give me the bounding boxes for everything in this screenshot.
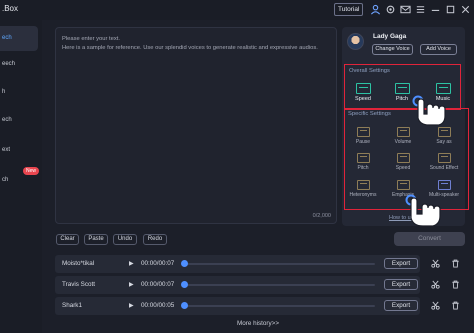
redo-button[interactable]: Redo: [143, 234, 167, 245]
sidebar-item-label: ext: [2, 147, 11, 153]
overall-speed-option[interactable]: Speed: [348, 83, 378, 102]
title-bar: .Box Tutorial: [0, 0, 474, 20]
option-label: Say as: [436, 139, 452, 145]
sidebar-item-4[interactable]: ech: [0, 108, 38, 133]
history-name: Moisto*tikal: [62, 260, 95, 267]
character-count: 0/2,000: [312, 213, 331, 219]
scissors-icon[interactable]: [431, 280, 440, 289]
hand-pointer-icon: [405, 194, 441, 227]
convert-button[interactable]: Convert: [394, 232, 465, 246]
speed-option[interactable]: Speed: [388, 153, 418, 171]
sidebar-item-2[interactable]: eech: [0, 52, 38, 77]
change-voice-button[interactable]: Change Voice: [372, 44, 413, 55]
pitch-icon: [356, 153, 370, 163]
avatar: [347, 33, 364, 50]
history-time: 00:00/00:07: [141, 260, 175, 267]
option-label: Pitch: [357, 165, 369, 171]
history-row: Shark1 ▶ 00:00/00:05 Export: [55, 297, 420, 315]
undo-button[interactable]: Undo: [113, 234, 137, 245]
progress-handle[interactable]: [181, 260, 188, 267]
delete-icon[interactable]: [451, 301, 460, 310]
scissors-icon[interactable]: [431, 259, 440, 268]
close-icon[interactable]: [460, 4, 471, 15]
overall-settings-title: Overall Settings: [349, 68, 390, 74]
play-icon[interactable]: ▶: [129, 260, 134, 267]
add-voice-button[interactable]: Add Voice: [420, 44, 457, 55]
option-label: Speed: [395, 165, 411, 171]
heteronyms-icon: [356, 180, 370, 190]
history-time: 00:00/00:05: [141, 302, 175, 309]
menu-icon[interactable]: [415, 4, 426, 15]
multi-speaker-icon: [437, 180, 451, 190]
speed-icon: [396, 153, 410, 163]
option-label: Volume: [394, 139, 412, 145]
paste-button[interactable]: Paste: [84, 234, 108, 245]
progress-track[interactable]: [183, 284, 375, 286]
user-icon[interactable]: [370, 4, 381, 15]
progress-track[interactable]: [183, 263, 375, 265]
speed-icon: [355, 83, 371, 94]
sidebar-item-1[interactable]: ech: [0, 26, 38, 51]
scissors-icon[interactable]: [431, 301, 440, 310]
play-icon[interactable]: ▶: [129, 281, 134, 288]
gear-icon[interactable]: [385, 4, 396, 15]
sidebar-item-label: eech: [2, 61, 16, 67]
sidebar-item-label: ech: [2, 35, 12, 41]
minimize-icon[interactable]: [430, 4, 441, 15]
say-as-option[interactable]: Say as: [429, 127, 459, 145]
say-as-icon: [437, 127, 451, 137]
voice-name: Lady Gaga: [373, 33, 407, 40]
sound-effect-option[interactable]: Sound Effect: [429, 153, 459, 171]
play-icon[interactable]: ▶: [129, 302, 134, 309]
option-label: Heteronyms: [349, 192, 377, 198]
delete-icon[interactable]: [451, 259, 460, 268]
progress-handle[interactable]: [181, 302, 188, 309]
progress-track[interactable]: [183, 305, 375, 307]
sidebar-item-label: ech: [2, 117, 12, 123]
emphasis-icon: [396, 180, 410, 190]
export-button[interactable]: Export: [384, 258, 418, 269]
pause-icon: [356, 127, 370, 137]
sidebar-item-3[interactable]: h: [0, 80, 38, 105]
more-history-link[interactable]: More history>>: [237, 320, 279, 327]
option-label: Speed: [355, 96, 371, 102]
mail-icon[interactable]: [400, 4, 411, 15]
heteronyms-option[interactable]: Heteronyms: [348, 180, 378, 198]
pause-option[interactable]: Pause: [348, 127, 378, 145]
export-button[interactable]: Export: [384, 279, 418, 290]
sidebar-item-label: h: [2, 89, 6, 95]
history-name: Travis Scott: [62, 281, 96, 288]
sidebar: ech eech h ech ext ch: [0, 20, 42, 333]
sidebar-item-label: ch: [2, 177, 9, 183]
volume-option[interactable]: Volume: [388, 127, 418, 145]
history-row: Moisto*tikal ▶ 00:00/00:07 Export: [55, 255, 420, 273]
maximize-icon[interactable]: [445, 4, 456, 15]
history-row: Travis Scott ▶ 00:00/00:07 Export: [55, 276, 420, 294]
hand-pointer-icon: [412, 95, 446, 126]
history-name: Shark1: [62, 302, 82, 309]
option-label: Sound Effect: [429, 165, 459, 171]
specific-settings-title: Specific Settings: [348, 111, 391, 117]
tutorial-button[interactable]: Tutorial: [334, 3, 364, 16]
text-editor[interactable]: Please enter your text. Here is a sample…: [55, 27, 337, 224]
progress-handle[interactable]: [181, 281, 188, 288]
editor-placeholder: Please enter your text. Here is a sample…: [62, 36, 318, 51]
clear-button[interactable]: Clear: [56, 234, 79, 245]
delete-icon[interactable]: [451, 280, 460, 289]
new-badge: New: [23, 167, 39, 175]
history-time: 00:00/00:07: [141, 281, 175, 288]
sidebar-item-5[interactable]: ext: [0, 138, 38, 163]
app-title: .Box: [2, 4, 19, 13]
pitch-option[interactable]: Pitch: [348, 153, 378, 171]
volume-icon: [396, 127, 410, 137]
export-button[interactable]: Export: [384, 300, 418, 311]
sound-effect-icon: [437, 153, 451, 163]
option-label: Pause: [355, 139, 371, 145]
